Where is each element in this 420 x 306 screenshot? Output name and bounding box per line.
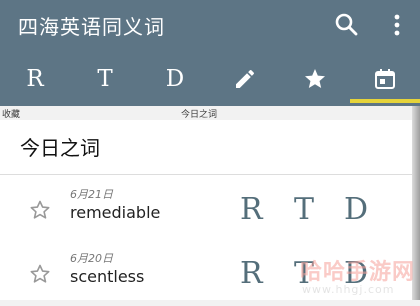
entry-d-button[interactable]: D (344, 192, 368, 227)
entry-t-button[interactable]: T (294, 256, 314, 291)
entry-word: scentless (70, 267, 145, 286)
tab-d[interactable]: D (140, 56, 210, 102)
pencil-icon (236, 69, 255, 88)
screen-edge (412, 106, 420, 300)
tab-t[interactable]: T (70, 56, 140, 102)
today-words-card: 今日之词 6月21日 remediable R T D 6月20日 scentl… (0, 120, 412, 300)
section-title: 今日之词 (20, 136, 100, 160)
entry-d-button[interactable]: D (344, 256, 368, 291)
tab-r[interactable]: R (0, 56, 70, 102)
tab-d-label: D (165, 66, 185, 92)
favorites-page-label: 收藏 (2, 110, 21, 120)
entry-t-button[interactable]: T (294, 192, 314, 227)
page-label-strip: 收藏 今日之词 (0, 106, 420, 120)
star-outline-icon[interactable] (28, 262, 52, 286)
calendar-today-icon (375, 69, 395, 89)
more-vert-icon (394, 14, 400, 36)
search-button[interactable] (334, 12, 360, 38)
tab-t-label: T (97, 66, 113, 92)
entry-r-button[interactable]: R (240, 192, 263, 227)
more-options-button[interactable] (384, 12, 410, 38)
entry-r-button[interactable]: R (240, 256, 263, 291)
app-title: 四海英语同义词 (18, 15, 165, 39)
entry-date: 6月20日 (70, 252, 113, 265)
tab-edit[interactable] (210, 56, 280, 102)
today-page-label: 今日之词 (181, 110, 218, 120)
star-outline-icon[interactable] (28, 198, 52, 222)
star-icon (305, 69, 325, 88)
tab-favorites[interactable] (280, 56, 350, 102)
tab-r-label: R (26, 66, 44, 92)
entry-word: remediable (70, 203, 161, 222)
entry-date: 6月21日 (70, 188, 113, 201)
title-bar: 四海英语同义词 (0, 0, 420, 52)
tab-today[interactable] (350, 56, 420, 102)
search-icon (335, 13, 358, 36)
app-bar: 四海英语同义词 R T D (0, 0, 420, 106)
tab-selected-indicator (350, 99, 420, 103)
divider (0, 174, 412, 175)
list-item[interactable]: 6月20日 scentless R T D (0, 242, 412, 306)
list-item[interactable]: 6月21日 remediable R T D (0, 178, 412, 242)
